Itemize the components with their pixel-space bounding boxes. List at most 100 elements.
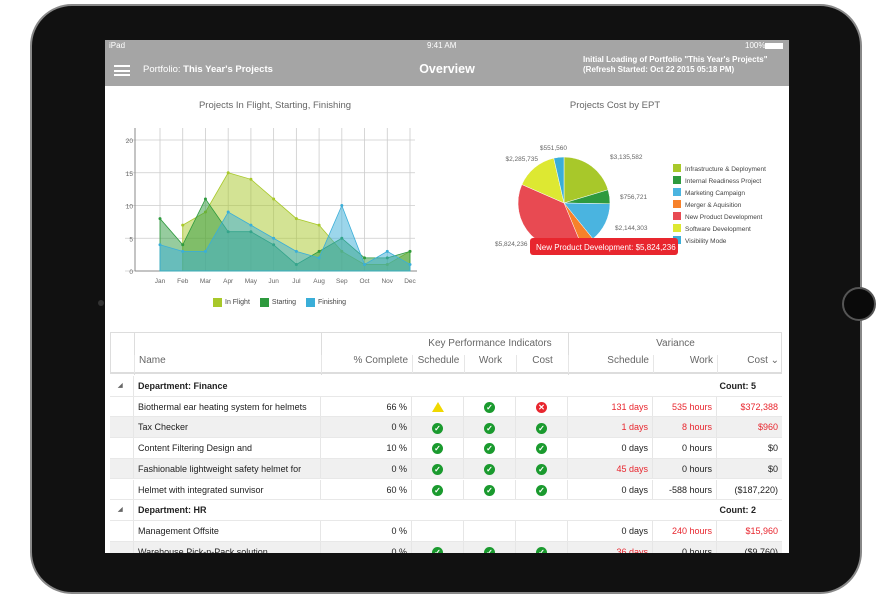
check-icon: ✓ bbox=[432, 463, 443, 475]
cell: ✓ bbox=[411, 479, 463, 500]
table-row[interactable]: Tax Checker 0 % ✓ ✓ ✓ 1 days 8 hours $960 bbox=[110, 417, 782, 439]
x-tick-label: Aug bbox=[313, 278, 325, 285]
legend-label: Finishing bbox=[318, 299, 347, 307]
home-button[interactable] bbox=[842, 287, 876, 321]
legend-item[interactable]: Starting bbox=[259, 298, 297, 307]
area-chart: 0 5 10 15 20 Jan Feb Mar Apr May Jun Jul Aug Sep Oct No… bbox=[125, 128, 417, 285]
cell: $960 bbox=[716, 417, 782, 438]
area-chart-legend: In Flight Starting Finishing bbox=[213, 298, 453, 307]
cell: ✓ bbox=[463, 541, 515, 553]
cell: ✓ bbox=[515, 479, 567, 500]
pie-chart: $3,135,582 $756,721 $2,144,303 $5,824,236 $2… bbox=[495, 145, 766, 255]
legend-item[interactable]: In Flight bbox=[213, 298, 250, 307]
cell: 36 days bbox=[567, 541, 652, 553]
check-icon: ✓ bbox=[432, 484, 443, 496]
cell: $372,388 bbox=[716, 396, 782, 417]
cell: ✓ bbox=[411, 438, 463, 458]
cell: ✓ bbox=[411, 417, 463, 438]
cell: ✓ bbox=[463, 417, 515, 438]
column-header-complete[interactable]: % Complete bbox=[321, 355, 412, 373]
check-icon: ✓ bbox=[536, 463, 547, 475]
x-tick-label: Jul bbox=[292, 278, 301, 285]
column-header-cost[interactable]: Cost bbox=[516, 355, 568, 373]
check-icon: ✓ bbox=[432, 546, 443, 553]
table-row[interactable]: Warehouse Pick-n-Pack solution 0 % ✓ ✓ ✓ 36 d… bbox=[110, 541, 782, 553]
check-icon: ✓ bbox=[484, 443, 495, 455]
data-point bbox=[340, 204, 344, 207]
data-point bbox=[408, 249, 412, 253]
legend-swatch bbox=[259, 298, 269, 307]
collapse-toggle-icon[interactable]: ◢ bbox=[118, 500, 123, 520]
check-icon: ✓ bbox=[432, 443, 443, 455]
camera bbox=[98, 300, 104, 306]
cell: 60 % bbox=[320, 479, 411, 500]
check-icon: ✓ bbox=[484, 546, 495, 553]
cell: ✓ bbox=[463, 458, 515, 479]
legend-swatch bbox=[673, 188, 681, 196]
grid-header: Key Performance Indicators Variance Name% … bbox=[110, 332, 783, 375]
cell: 0 days bbox=[567, 520, 652, 541]
refresh-status: Initial Loading of Portfolio "This Year'… bbox=[583, 55, 768, 74]
legend-swatch bbox=[673, 176, 681, 184]
group-count: Count: 5 bbox=[719, 381, 757, 391]
table-row[interactable]: Biothermal ear heating system for helmet… bbox=[110, 396, 782, 418]
check-icon: ✓ bbox=[432, 422, 443, 434]
legend-label: Internal Readiness Project bbox=[685, 178, 761, 185]
cell: 1 days bbox=[567, 417, 652, 438]
data-point bbox=[272, 197, 276, 201]
legend-label: Starting bbox=[271, 299, 297, 307]
data-point bbox=[408, 262, 412, 266]
check-icon: ✓ bbox=[484, 484, 495, 496]
column-header-work[interactable]: Work bbox=[464, 355, 516, 373]
column-header-schedule[interactable]: Schedule bbox=[412, 355, 464, 373]
x-tick-label: May bbox=[245, 278, 258, 285]
cell: ($9,760) bbox=[716, 541, 782, 553]
cell: ✕ bbox=[515, 396, 567, 417]
data-point bbox=[294, 217, 298, 221]
cell: ($187,220) bbox=[716, 479, 782, 500]
collapse-toggle-icon[interactable]: ◢ bbox=[118, 376, 123, 396]
project-name: Tax Checker bbox=[133, 417, 320, 438]
check-icon: ✓ bbox=[536, 443, 547, 455]
cell: ✓ bbox=[411, 458, 463, 479]
battery-icon bbox=[765, 43, 783, 49]
cell: 0 % bbox=[320, 541, 411, 553]
x-tick-label: Feb bbox=[177, 278, 189, 285]
cell: -588 hours bbox=[652, 479, 716, 500]
status-bar: iPad 9:41 AM 100% bbox=[105, 40, 789, 52]
error-icon: ✕ bbox=[536, 401, 547, 413]
cell bbox=[411, 396, 463, 417]
cell: 0 days bbox=[567, 438, 652, 458]
legend-label: Marketing Campaign bbox=[685, 190, 745, 197]
cell: $0 bbox=[716, 458, 782, 479]
screen: iPad 9:41 AM 100% Portfolio: This Year's… bbox=[105, 40, 789, 553]
column-header-cost[interactable]: Cost ⌄ bbox=[717, 355, 783, 373]
table-row[interactable]: Fashionable lightweight safety helmet fo… bbox=[110, 458, 782, 480]
legend-item[interactable]: Finishing bbox=[306, 298, 347, 307]
table-row[interactable]: Helmet with integrated sunvisor 60 % ✓ ✓ ✓ 0 … bbox=[110, 479, 782, 501]
legend-swatch bbox=[673, 164, 681, 172]
slice-label: $2,144,303 bbox=[615, 225, 648, 232]
data-point bbox=[158, 217, 162, 221]
device-name: iPad bbox=[109, 41, 126, 50]
cell: ✓ bbox=[515, 458, 567, 479]
column-header-schedule[interactable]: Schedule bbox=[568, 355, 653, 373]
column-header-work[interactable]: Work bbox=[653, 355, 717, 373]
data-point bbox=[249, 223, 253, 227]
data-point bbox=[317, 256, 321, 260]
project-name: Content Filtering Design and bbox=[133, 438, 320, 458]
battery-level: 100% bbox=[745, 41, 766, 50]
data-point bbox=[203, 249, 207, 253]
table-row[interactable]: Content Filtering Design and 10 % ✓ ✓ ✓ 0 day… bbox=[110, 438, 782, 459]
table-row[interactable]: Management Offsite 0 % 0 days 240 hours $15,… bbox=[110, 520, 782, 542]
data-point bbox=[294, 249, 298, 253]
legend-label: Visibility Mode bbox=[685, 238, 727, 245]
variance-group-header: Variance bbox=[656, 338, 695, 349]
column-header-name[interactable]: Name bbox=[134, 355, 321, 373]
check-icon: ✓ bbox=[536, 484, 547, 496]
cell: ✓ bbox=[463, 438, 515, 458]
cell bbox=[515, 520, 567, 541]
cell: 0 days bbox=[567, 479, 652, 500]
data-point bbox=[249, 177, 253, 181]
slice-label: $551,560 bbox=[540, 145, 567, 152]
